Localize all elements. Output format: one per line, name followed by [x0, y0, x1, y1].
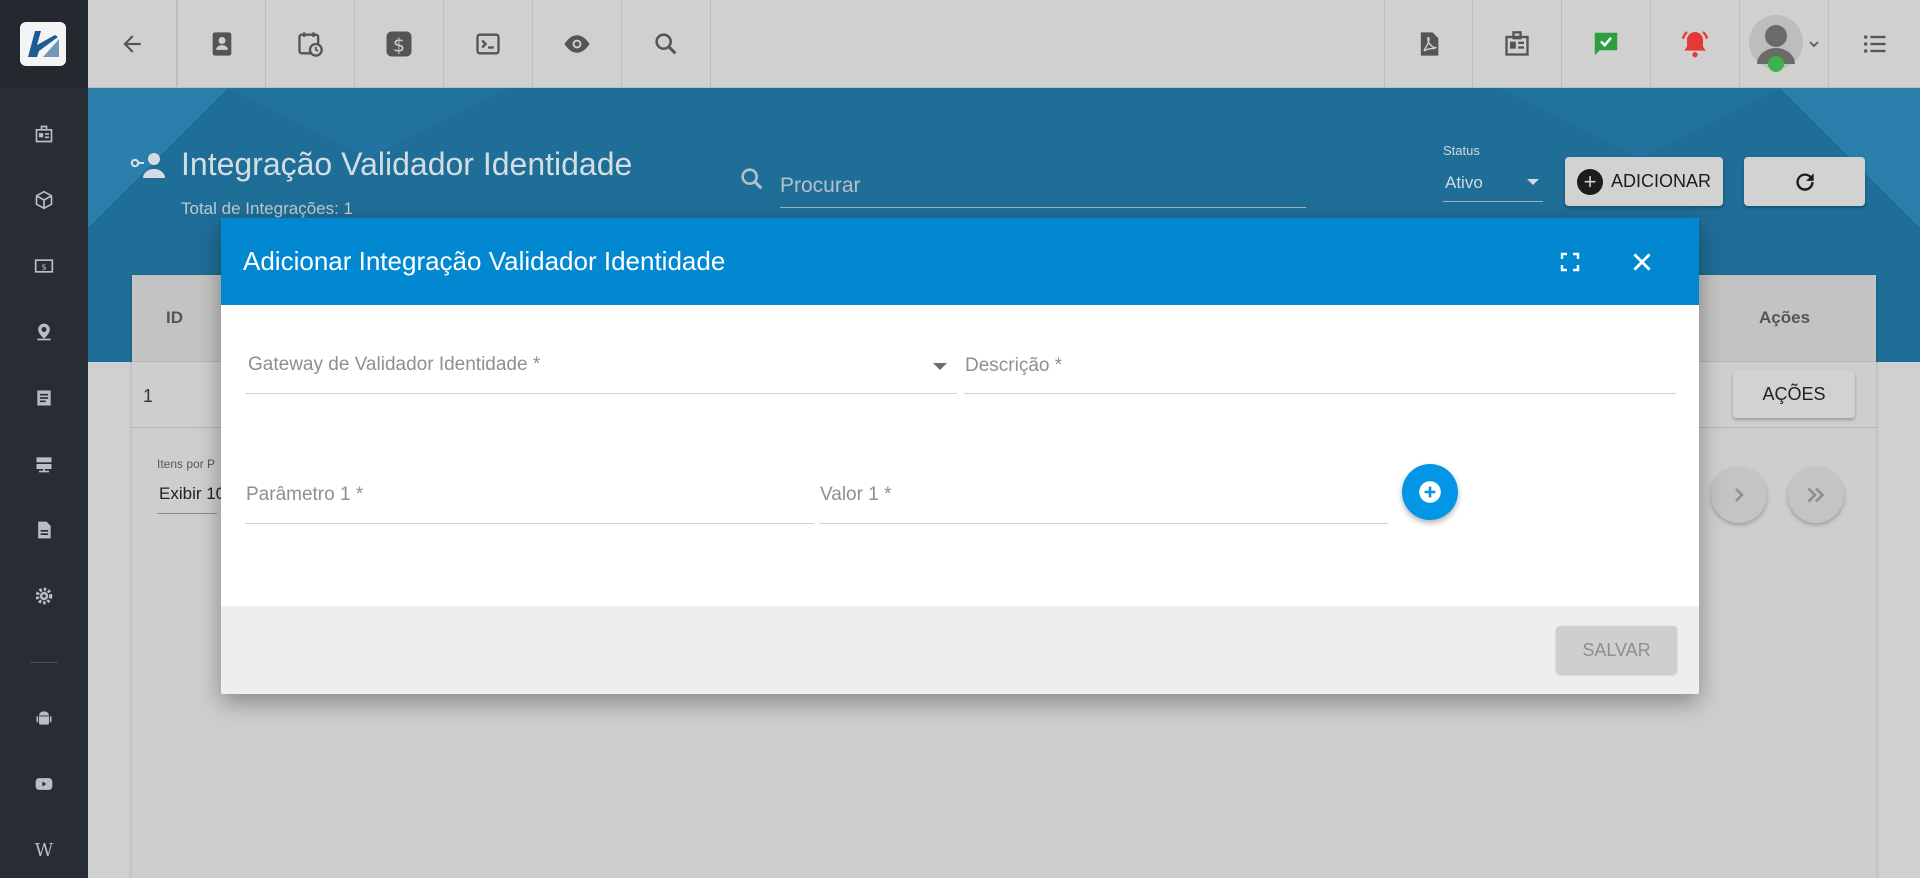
close-icon [1633, 253, 1651, 271]
parametro-1-field[interactable]: Parâmetro 1 * [245, 468, 814, 524]
document-list-icon[interactable] [28, 382, 60, 414]
back-button[interactable] [88, 0, 177, 88]
plus-circle-icon: + [1577, 168, 1603, 195]
money-icon[interactable]: $ [28, 250, 60, 282]
row-actions-button[interactable]: AÇÕES [1733, 370, 1855, 418]
search-icon [655, 33, 677, 55]
items-per-page-select[interactable]: Exibir 10 [159, 484, 225, 504]
dialog-header: Adicionar Integração Validador Identidad… [221, 218, 1699, 305]
calendar-clock-icon [298, 32, 323, 57]
file-icon[interactable] [28, 514, 60, 546]
close-button[interactable] [1626, 246, 1658, 278]
save-button[interactable]: SALVAR [1556, 626, 1677, 674]
badge-button[interactable] [1473, 0, 1562, 88]
page-title: Integração Validador Identidade [181, 146, 633, 182]
alarm-bell-icon [1681, 31, 1709, 58]
search-icon [738, 165, 766, 198]
wikipedia-icon[interactable]: W [28, 834, 60, 866]
descricao-label: Descrição * [965, 355, 1063, 376]
console-button[interactable] [444, 0, 533, 88]
view-button[interactable] [533, 0, 622, 88]
list-icon [1863, 35, 1885, 53]
app-logo[interactable] [20, 22, 66, 66]
fullscreen-button[interactable] [1554, 246, 1586, 278]
youtube-icon[interactable] [28, 768, 60, 800]
status-value: Ativo [1445, 173, 1483, 192]
pdf-button[interactable] [1384, 0, 1473, 88]
dollar-icon: $ [386, 31, 412, 57]
contacts-button[interactable] [177, 0, 266, 88]
contact-card-icon [212, 32, 231, 56]
badge-icon[interactable] [28, 118, 60, 150]
gateway-select[interactable]: Gateway de Validador Identidade * [245, 339, 957, 394]
dialog-title: Adicionar Integração Validador Identidad… [243, 246, 726, 276]
gear-icon[interactable] [28, 580, 60, 612]
search-input[interactable] [780, 164, 1306, 208]
items-per-page-underline [157, 513, 217, 514]
fullscreen-icon [1560, 252, 1580, 272]
server-icon[interactable] [28, 448, 60, 480]
console-icon [476, 33, 500, 55]
status-select[interactable]: Ativo [1443, 168, 1543, 202]
dialog-footer: SALVAR [221, 606, 1699, 694]
sidebar-divider [30, 662, 58, 663]
android-icon[interactable] [28, 702, 60, 734]
page-subtitle: Total de Integrações: 1 [181, 199, 354, 218]
badge-icon [1505, 31, 1529, 56]
chat-check-icon [1594, 32, 1618, 56]
plus-circle-icon [1419, 481, 1441, 503]
svg-text:$: $ [41, 261, 46, 271]
svg-text:$: $ [393, 36, 405, 57]
integration-icon [130, 150, 166, 185]
add-button[interactable]: + ADICIONAR [1565, 157, 1723, 206]
add-parameter-button[interactable] [1402, 464, 1458, 520]
status-caret-icon [1527, 179, 1539, 185]
descricao-field[interactable]: Descrição * [964, 339, 1676, 394]
double-chevron-right-icon [1807, 487, 1825, 503]
pdf-icon [1420, 32, 1438, 56]
chevron-down-icon [1809, 41, 1819, 48]
items-per-page-label: Itens por P [157, 457, 216, 471]
status-label: Status [1443, 143, 1480, 158]
column-header-acoes: Ações [1759, 308, 1811, 327]
map-pin-icon[interactable] [28, 316, 60, 348]
schedule-button[interactable] [266, 0, 355, 88]
search-button[interactable] [622, 0, 711, 88]
dropdown-caret-icon [933, 363, 947, 370]
add-button-label: ADICIONAR [1611, 171, 1712, 191]
refresh-button[interactable] [1744, 157, 1865, 206]
next-page-button[interactable] [1711, 467, 1767, 523]
last-page-button[interactable] [1788, 467, 1844, 523]
chat-button[interactable] [1562, 0, 1651, 88]
column-header-id[interactable]: ID [166, 308, 183, 328]
cell-id: 1 [143, 386, 154, 406]
alarm-button[interactable] [1651, 0, 1740, 88]
eye-icon [564, 35, 590, 53]
add-integration-dialog: Adicionar Integração Validador Identidad… [221, 218, 1699, 694]
avatar [1748, 14, 1804, 74]
gateway-label: Gateway de Validador Identidade * [248, 354, 541, 375]
valor-1-label: Valor 1 * [820, 484, 892, 505]
top-toolbar: $ [88, 0, 1920, 88]
sidebar: $ W [0, 0, 88, 878]
parametro-1-label: Parâmetro 1 * [246, 484, 364, 505]
refresh-icon [1795, 172, 1814, 191]
chevron-right-icon [1735, 488, 1744, 502]
menu-list-button[interactable] [1829, 0, 1920, 88]
valor-1-field[interactable]: Valor 1 * [819, 468, 1388, 524]
user-menu[interactable] [1740, 0, 1829, 88]
cube-icon[interactable] [28, 184, 60, 216]
finance-button[interactable]: $ [355, 0, 444, 88]
arrow-left-icon [123, 35, 141, 53]
